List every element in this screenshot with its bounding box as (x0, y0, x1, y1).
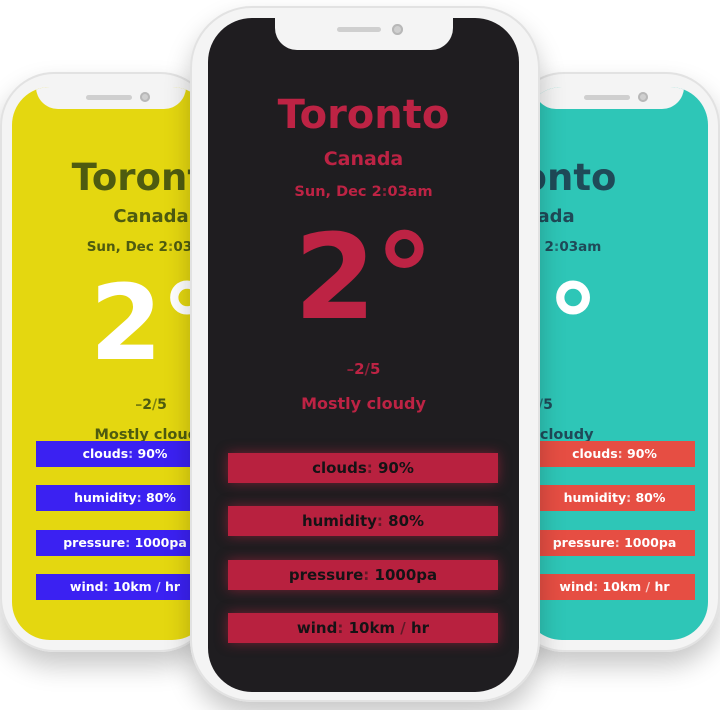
phone-frame-left: Toronto Canada Sun, Dec 2:03am 2° –2/5 M… (0, 72, 214, 652)
stat-bar-clouds: clouds: 90% (36, 441, 210, 467)
stat-bar-pressure: pressure: 1000pa (534, 530, 695, 556)
temperature: 2° (89, 262, 210, 384)
weather-summary: Toronto Canada Sun, Dec 2:03am 2° –2/5 M… (208, 95, 519, 413)
country-name: Canada (524, 206, 575, 227)
notch (534, 87, 684, 109)
stat-bar-wind: wind: 10km / hr (36, 574, 210, 600)
camera (140, 92, 150, 102)
country-name: Canada (113, 206, 189, 227)
speaker (336, 27, 381, 32)
stat-bar-humidity: humidity: 80% (534, 485, 695, 511)
stat-bar-humidity: humidity: 80% (36, 485, 210, 511)
speaker (584, 95, 630, 100)
city-name: Toronto (71, 156, 210, 199)
notch (36, 87, 186, 109)
city-name: Toronto (277, 92, 450, 138)
speaker (86, 95, 132, 100)
stat-bar-pressure: pressure: 1000pa (228, 560, 498, 590)
weather-summary: Toronto Canada Sun, Dec 2:03am 2° –2/5 M… (52, 159, 210, 443)
city-name: Toronto (524, 156, 617, 199)
temperature: 2° (293, 208, 434, 346)
stat-bar-wind: wind: 10km / hr (534, 574, 695, 600)
country-name: Canada (323, 148, 404, 170)
camera (391, 24, 403, 35)
temp-range: –2/5 (135, 397, 167, 413)
stat-bar-clouds: clouds: 90% (534, 441, 695, 467)
weather-summary: Toronto Canada Sun, Dec 2:03am 2° –2/5 M… (524, 159, 636, 443)
date-time: Sun, Dec 2:03am (524, 239, 602, 255)
weather-screen-right: Toronto Canada Sun, Dec 2:03am 2° –2/5 M… (524, 87, 708, 640)
stat-bar-wind: wind: 10km / hr (228, 613, 498, 643)
weather-screen-left: Toronto Canada Sun, Dec 2:03am 2° –2/5 M… (12, 87, 210, 640)
phone-frame-center: Toronto Canada Sun, Dec 2:03am 2° –2/5 M… (190, 6, 540, 702)
phone-frame-right: Toronto Canada Sun, Dec 2:03am 2° –2/5 M… (510, 72, 720, 652)
temp-range: –2/5 (524, 397, 553, 413)
date-time: Sun, Dec 2:03am (294, 184, 433, 200)
stat-bar-pressure: pressure: 1000pa (36, 530, 210, 556)
camera (638, 92, 648, 102)
weather-screen-center: Toronto Canada Sun, Dec 2:03am 2° –2/5 M… (208, 18, 519, 692)
date-time: Sun, Dec 2:03am (86, 239, 210, 255)
stat-bar-clouds: clouds: 90% (228, 453, 498, 483)
condition: Mostly cloudy (301, 394, 426, 413)
temperature: 2° (524, 262, 599, 384)
stat-bar-humidity: humidity: 80% (228, 506, 498, 536)
notch (274, 18, 453, 50)
temp-range: –2/5 (346, 360, 381, 378)
